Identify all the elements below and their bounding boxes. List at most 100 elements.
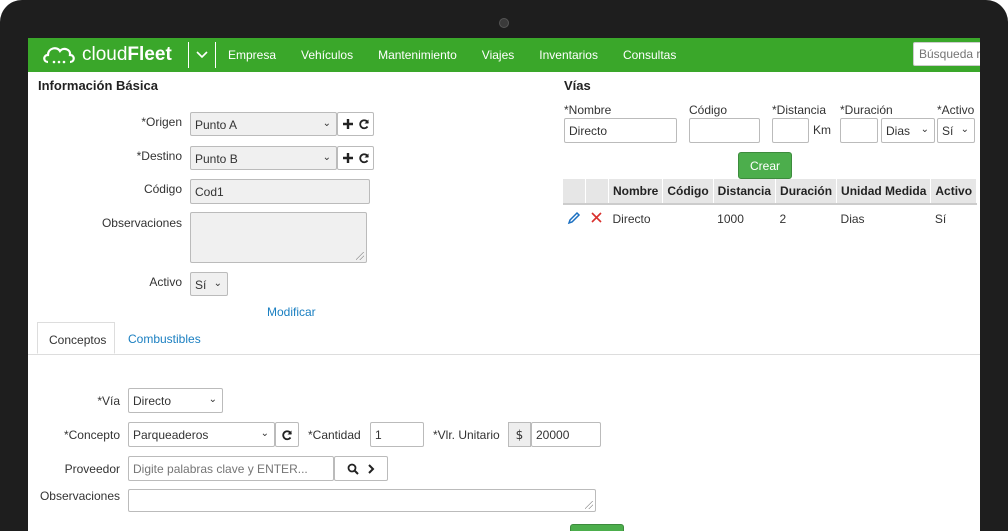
vias-table: Nombre Código Distancia Duración Unidad … <box>563 179 978 233</box>
cell-distancia: 1000 <box>717 212 744 226</box>
chevron-right-icon <box>368 463 375 474</box>
create-via-button[interactable]: Crear <box>738 152 792 179</box>
col-distancia[interactable]: Distancia <box>713 179 777 205</box>
nav-vehiculos[interactable]: Vehículos <box>301 48 353 62</box>
cantidad-label: *Cantidad <box>308 428 361 442</box>
cell-nombre: Directo <box>612 212 651 226</box>
proveedor-search-button[interactable] <box>334 456 388 481</box>
top-navbar: cloudFleet Empresa Vehículos Mantenimien… <box>28 38 980 72</box>
table-row: Directo 1000 2 Dias Sí <box>563 204 977 233</box>
resize-handle-icon[interactable] <box>356 252 364 260</box>
codigo-input[interactable]: Cod1 <box>190 179 370 204</box>
concepto-refresh-button[interactable] <box>275 422 299 447</box>
logo-text: cloudFleet <box>82 44 172 65</box>
basic-info-title: Información Básica <box>38 78 158 93</box>
delete-cell <box>586 204 609 233</box>
cloud-icon <box>43 47 75 64</box>
via-activo-label: *Activo <box>937 103 975 117</box>
via-duracion-label: *Duración <box>840 103 893 117</box>
col-nombre[interactable]: Nombre <box>608 179 664 205</box>
chevron-down-icon: ⌄ <box>213 278 222 289</box>
activo-label: Activo <box>149 275 182 289</box>
origen-value: Punto A <box>195 118 238 132</box>
vlr-unitario-label: *Vlr. Unitario <box>433 428 500 442</box>
destino-actions <box>337 146 374 170</box>
origen-label: *Origen <box>141 115 182 129</box>
chevron-down-icon: ⌄ <box>322 152 331 163</box>
destino-select[interactable]: Punto B ⌄ <box>190 146 337 170</box>
cell-activo: Sí <box>934 212 947 226</box>
modify-link[interactable]: Modificar <box>267 305 316 319</box>
via-codigo-label: Código <box>689 103 728 117</box>
via-nombre-label: *Nombre <box>564 103 612 117</box>
via-distancia-unit: Km <box>813 123 831 137</box>
via-distancia-label: *Distancia <box>772 103 827 117</box>
currency-prefix: $ <box>508 422 531 447</box>
cantidad-input[interactable]: 1 <box>370 422 424 447</box>
codigo-label: Código <box>143 182 182 196</box>
via-nombre-input[interactable]: Directo <box>564 118 677 143</box>
tab-combustibles[interactable]: Combustibles <box>128 322 201 354</box>
via-duracion-unit-value: Dias <box>886 124 911 138</box>
cell-unidad: Dias <box>840 212 865 226</box>
pencil-icon[interactable] <box>567 211 581 225</box>
destino-value: Punto B <box>195 152 238 166</box>
col-activo[interactable]: Activo <box>930 179 978 205</box>
refresh-icon <box>282 429 292 440</box>
via-activo-select[interactable]: Sí ⌄ <box>937 118 975 143</box>
chevron-down-icon: ⌄ <box>208 394 217 405</box>
via-activo-value: Sí <box>942 124 954 138</box>
destino-label: *Destino <box>136 149 182 163</box>
via-duracion-input[interactable] <box>840 118 878 143</box>
refresh-icon[interactable] <box>358 152 370 164</box>
nav-viajes[interactable]: Viajes <box>482 48 514 62</box>
concepto-observaciones-label: Observaciones <box>39 489 120 503</box>
chevron-down-icon: ⌄ <box>260 428 269 439</box>
nav-consultas[interactable]: Consultas <box>623 48 676 62</box>
concepto-via-value: Directo <box>133 394 172 408</box>
refresh-icon[interactable] <box>358 118 370 130</box>
concepto-via-label: *Vía <box>97 394 120 408</box>
delete-icon[interactable] <box>590 211 603 224</box>
table-header-row: Nombre Código Distancia Duración Unidad … <box>563 179 978 205</box>
nav-inventarios[interactable]: Inventarios <box>539 48 598 62</box>
vlr-unitario-input[interactable]: 20000 <box>531 422 601 447</box>
edit-cell <box>563 204 586 233</box>
nav-mantenimiento[interactable]: Mantenimiento <box>378 48 457 62</box>
main-nav: Empresa Vehículos Mantenimiento Viajes I… <box>228 38 701 72</box>
observaciones-textarea[interactable] <box>190 212 367 263</box>
camera-icon <box>499 18 509 28</box>
origen-select[interactable]: Punto A ⌄ <box>190 112 337 136</box>
col-edit <box>563 179 586 205</box>
proveedor-input[interactable] <box>128 456 334 481</box>
concepto-observaciones-textarea[interactable] <box>128 489 596 512</box>
add-concepto-button[interactable] <box>570 524 624 531</box>
resize-handle-icon[interactable] <box>585 501 593 509</box>
col-unidad-medida[interactable]: Unidad Medida <box>836 179 932 205</box>
vias-title: Vías <box>564 78 591 93</box>
concepto-via-select[interactable]: Directo ⌄ <box>128 388 223 413</box>
concepto-select[interactable]: Parqueaderos ⌄ <box>128 422 275 447</box>
tab-conceptos[interactable]: Conceptos <box>37 322 115 354</box>
origen-actions <box>337 112 374 136</box>
proveedor-label: Proveedor <box>64 462 120 476</box>
menu-toggle-button[interactable] <box>188 42 216 68</box>
chevron-down-icon <box>196 51 208 59</box>
cell-duracion: 2 <box>779 212 787 226</box>
chevron-down-icon: ⌄ <box>920 124 929 135</box>
nav-empresa[interactable]: Empresa <box>228 48 276 62</box>
col-codigo[interactable]: Código <box>662 179 714 205</box>
col-duracion[interactable]: Duración <box>775 179 838 205</box>
search-input[interactable] <box>913 42 980 66</box>
observaciones-label: Observaciones <box>101 216 182 230</box>
via-distancia-input[interactable] <box>772 118 809 143</box>
via-duracion-unit-select[interactable]: Dias ⌄ <box>881 118 935 143</box>
via-codigo-input[interactable] <box>689 118 760 143</box>
activo-select[interactable]: Sí ⌄ <box>190 272 228 296</box>
app-screen: cloudFleet Empresa Vehículos Mantenimien… <box>28 38 980 531</box>
concepto-label: *Concepto <box>63 428 120 442</box>
concepto-value: Parqueaderos <box>133 428 209 442</box>
logo[interactable]: cloudFleet <box>42 43 172 67</box>
add-icon[interactable] <box>342 152 354 164</box>
add-icon[interactable] <box>342 118 354 130</box>
